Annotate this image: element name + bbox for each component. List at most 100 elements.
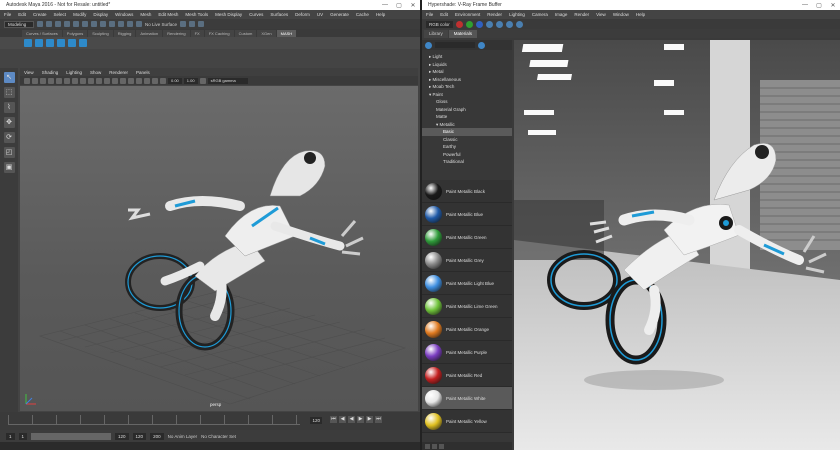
material-item[interactable]: Paint Metallic Light Blue: [422, 272, 512, 295]
mash-random-icon[interactable]: [46, 39, 54, 47]
hs-minimize-button[interactable]: —: [798, 2, 812, 9]
menu-uv[interactable]: UV: [317, 12, 323, 17]
hs-menu-file[interactable]: File: [426, 12, 433, 17]
render-icon[interactable]: [180, 21, 187, 27]
color-management-icon[interactable]: [199, 77, 206, 84]
panel-menu-show[interactable]: Show: [90, 70, 101, 75]
material-item[interactable]: Paint Metallic Orange: [422, 318, 512, 341]
clear-image-icon[interactable]: [495, 20, 503, 28]
tab-materials[interactable]: Materials: [448, 29, 478, 38]
anim-start-field[interactable]: 1: [6, 432, 15, 440]
swatch-size-icon[interactable]: [439, 443, 444, 449]
wireframe-icon[interactable]: [80, 77, 86, 84]
isolate-icon[interactable]: [128, 77, 134, 84]
select-by-hierarchy-icon[interactable]: [82, 21, 88, 27]
play-backward-icon[interactable]: ◀: [348, 416, 355, 423]
menu-mesh[interactable]: Mesh: [140, 12, 151, 17]
material-item[interactable]: Paint Metallic Red: [422, 364, 512, 387]
command-line[interactable]: [0, 442, 420, 450]
tree-item[interactable]: ▾ Paint: [422, 91, 512, 99]
shelf-tab-animation[interactable]: Animation: [136, 30, 163, 37]
menu-surfaces[interactable]: Surfaces: [270, 12, 288, 17]
menu-display[interactable]: Display: [93, 12, 108, 17]
open-scene-icon[interactable]: [46, 21, 52, 27]
smooth-shade-icon[interactable]: [88, 77, 94, 84]
material-item[interactable]: Paint Metallic Grey: [422, 249, 512, 272]
menu-edit[interactable]: Edit: [18, 12, 26, 17]
material-item[interactable]: Paint Metallic Black: [422, 180, 512, 203]
mash-offset-icon[interactable]: [68, 39, 76, 47]
blue-channel-icon[interactable]: [475, 20, 483, 28]
shelf-tab-curves-surfaces[interactable]: Curves / Surfaces: [22, 30, 62, 37]
snap-curve-icon[interactable]: [118, 21, 124, 27]
panel-menu-view[interactable]: View: [24, 70, 34, 75]
lasso-tool-icon[interactable]: ⬚: [3, 87, 15, 98]
select-by-object-icon[interactable]: [91, 21, 97, 27]
menu-create[interactable]: Create: [33, 12, 47, 17]
maximize-button[interactable]: ▢: [392, 2, 406, 9]
material-item[interactable]: Paint Metallic Lime Green: [422, 295, 512, 318]
menu-modify[interactable]: Modify: [73, 12, 86, 17]
live-surface-label[interactable]: No Live Surface: [145, 22, 177, 27]
green-channel-icon[interactable]: [465, 20, 473, 28]
tree-item[interactable]: Matte: [422, 113, 512, 121]
menu-windows[interactable]: Windows: [115, 12, 133, 17]
shelf-tab-mash[interactable]: MASH: [276, 30, 297, 37]
hs-maximize-button[interactable]: ▢: [812, 2, 826, 9]
red-channel-icon[interactable]: [455, 20, 463, 28]
persp-viewport[interactable]: persp: [20, 86, 418, 411]
list-view-icon[interactable]: [425, 443, 430, 449]
render-settings-icon[interactable]: [198, 21, 205, 27]
step-forward-key-icon[interactable]: ▶: [366, 416, 373, 423]
menu-deform[interactable]: Deform: [295, 12, 310, 17]
last-tool-icon[interactable]: ▣: [3, 162, 15, 173]
minimize-button[interactable]: —: [378, 2, 392, 9]
range-end-field[interactable]: 120: [115, 432, 129, 440]
ipr-render-icon[interactable]: [189, 21, 196, 27]
shelf-tab-polygons[interactable]: Polygons: [62, 30, 88, 37]
tree-item[interactable]: Classic: [422, 136, 512, 144]
render-icon[interactable]: [515, 20, 523, 28]
menu-cache[interactable]: Cache: [356, 12, 369, 17]
xray-icon[interactable]: [120, 77, 126, 84]
bookmark-icon[interactable]: [40, 77, 46, 84]
redo-icon[interactable]: [73, 21, 79, 27]
menu-file[interactable]: File: [4, 12, 11, 17]
search-icon[interactable]: [425, 41, 432, 49]
character-set-select[interactable]: No Character Set: [201, 434, 236, 439]
time-slider[interactable]: 120 ⏮ ◀ ◀ ▶ ▶ ⏭: [0, 412, 420, 430]
depth-of-field-icon[interactable]: [160, 77, 166, 84]
tab-library[interactable]: Library: [424, 29, 448, 38]
panel-menu-panels[interactable]: Panels: [136, 70, 150, 75]
menu-mesh-display[interactable]: Mesh Display: [215, 12, 242, 17]
hs-close-button[interactable]: ✕: [826, 2, 840, 9]
vfb-render-view[interactable]: [514, 40, 840, 450]
library-filter-icon[interactable]: [478, 41, 485, 49]
anim-layer-select[interactable]: No Anim Layer: [168, 434, 198, 439]
far-clip-field[interactable]: 1.00: [183, 77, 198, 84]
tree-item[interactable]: Powerful: [422, 151, 512, 159]
hs-menu-help[interactable]: Help: [636, 12, 645, 17]
tree-item[interactable]: Gloss: [422, 98, 512, 106]
shadows-icon[interactable]: [112, 77, 118, 84]
tree-item[interactable]: Earthy: [422, 143, 512, 151]
hs-menu-edit[interactable]: Edit: [440, 12, 448, 17]
max-range-field[interactable]: 200: [150, 432, 164, 440]
lights-icon[interactable]: [104, 77, 110, 84]
hs-menu-camera[interactable]: Camera: [532, 12, 548, 17]
new-scene-icon[interactable]: [37, 21, 43, 27]
material-item[interactable]: Paint Metallic Blue: [422, 203, 512, 226]
mash-distribute-icon[interactable]: [35, 39, 43, 47]
scale-tool-icon[interactable]: ◰: [3, 147, 15, 158]
play-forward-icon[interactable]: ▶: [357, 416, 364, 423]
antialias-icon[interactable]: [152, 77, 158, 84]
motion-blur-icon[interactable]: [144, 77, 150, 84]
go-to-end-icon[interactable]: ⏭: [375, 416, 382, 423]
select-by-component-icon[interactable]: [100, 21, 106, 27]
time-ticks[interactable]: [8, 415, 300, 425]
material-item[interactable]: Paint Metallic Green: [422, 226, 512, 249]
mash-network-icon[interactable]: [24, 39, 32, 47]
snap-point-icon[interactable]: [127, 21, 133, 27]
textured-icon[interactable]: [96, 77, 102, 84]
color-space-select[interactable]: sRGB gamma: [207, 77, 248, 84]
